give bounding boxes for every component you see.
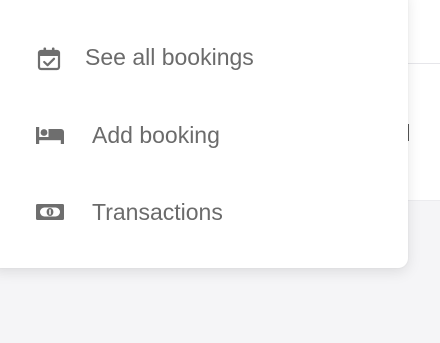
menu-item-label: See all bookings (85, 44, 254, 70)
bookings-dropdown-menu: See all bookings Add booking Transaction… (0, 0, 408, 268)
calendar-check-icon (35, 45, 63, 73)
menu-item-transactions[interactable]: Transactions (0, 187, 408, 237)
menu-item-see-all-bookings[interactable]: See all bookings (0, 32, 408, 82)
money-bill-icon (33, 199, 67, 225)
bed-icon (33, 122, 67, 148)
menu-item-label: Transactions (92, 199, 223, 225)
menu-item-add-booking[interactable]: Add booking (0, 110, 408, 160)
menu-item-label: Add booking (92, 122, 220, 148)
